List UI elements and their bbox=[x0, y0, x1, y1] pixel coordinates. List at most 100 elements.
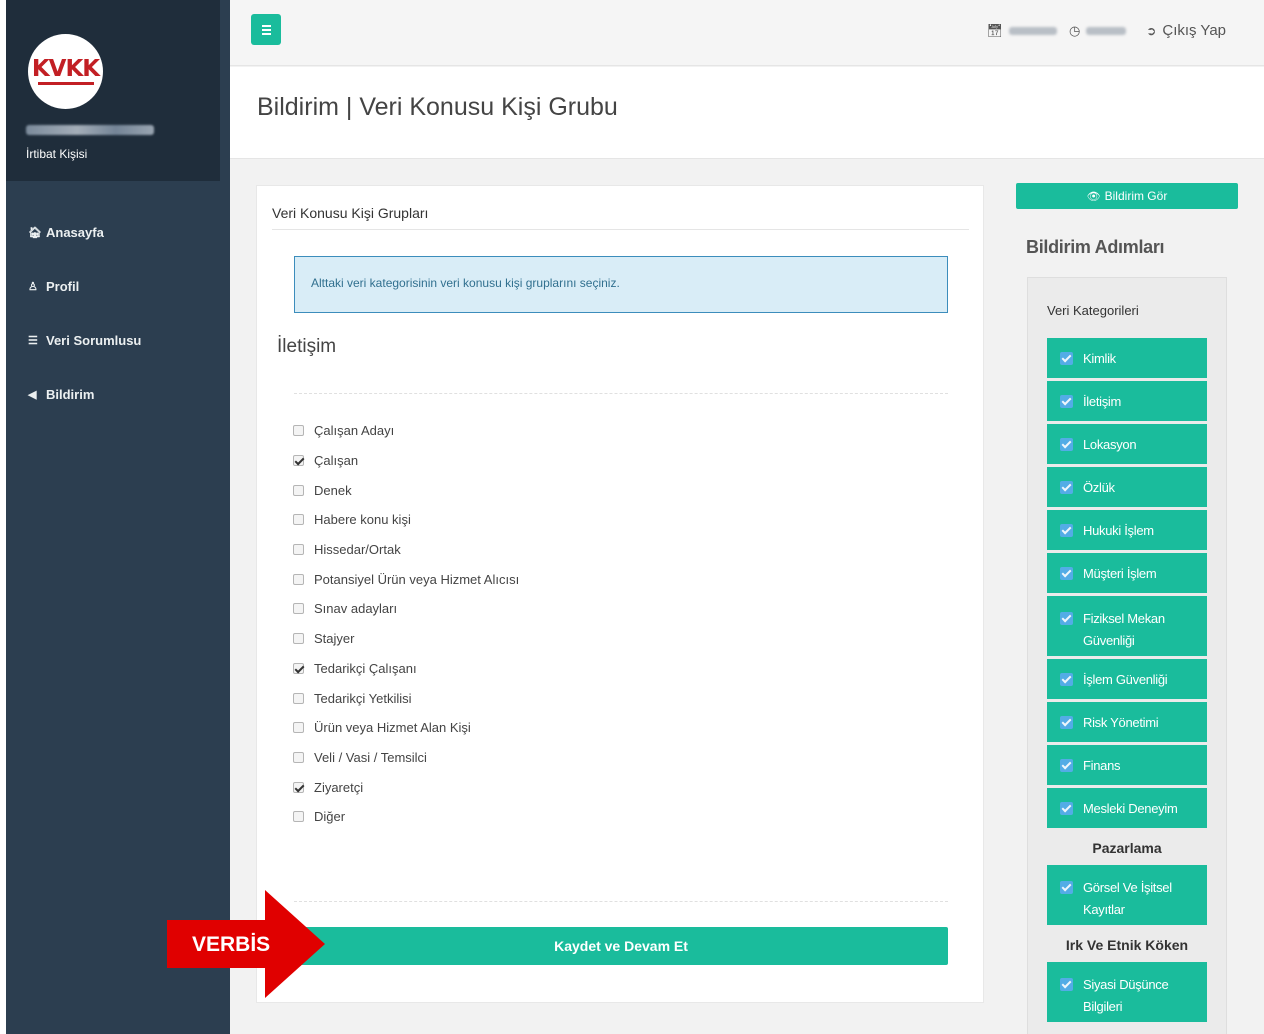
checkbox[interactable] bbox=[293, 722, 304, 734]
step-item[interactable]: Risk Yönetimi bbox=[1047, 702, 1207, 742]
step-item[interactable]: Fiziksel Mekan Güvenliği bbox=[1047, 596, 1207, 656]
list-item[interactable]: Tedarikçi Çalışanı bbox=[293, 654, 519, 684]
checkbox[interactable] bbox=[293, 425, 304, 437]
option-label: Sınav adayları bbox=[314, 601, 398, 617]
menu-icon-bar bbox=[261, 28, 271, 31]
option-label: Denek bbox=[314, 482, 352, 498]
list-item[interactable]: Sınav adayları bbox=[293, 594, 519, 624]
step-check-icon bbox=[1060, 881, 1073, 894]
option-label: Hissedar/Ortak bbox=[314, 542, 401, 558]
profile-name-redacted bbox=[26, 125, 154, 135]
checkbox[interactable] bbox=[293, 484, 304, 496]
sidebar-item-label: Bildirim bbox=[46, 386, 95, 402]
step-check-icon bbox=[1060, 801, 1073, 815]
sidebar: KVKK İrtibat Kişisi 🏠︎ Anasayfa ♙ Profil… bbox=[6, 0, 220, 1034]
option-label: Potansiyel Ürün veya Hizmet Alıcısı bbox=[314, 571, 520, 587]
checkbox-checked[interactable] bbox=[293, 781, 304, 793]
list-item[interactable]: Veli / Vasi / Temsilci bbox=[293, 743, 519, 773]
page-title: Bildirim | Veri Konusu Kişi Grubu bbox=[257, 93, 618, 121]
list-item[interactable]: Çalışan bbox=[293, 446, 519, 476]
step-item[interactable]: Lokasyon bbox=[1047, 424, 1207, 464]
sidebar-item-profil[interactable]: ♙ Profil bbox=[6, 259, 220, 313]
step-item[interactable]: İletişim bbox=[1047, 381, 1207, 421]
info-alert: Alttaki veri kategorisinin veri konusu k… bbox=[294, 256, 948, 313]
step-label: Fiziksel Mekan Güvenliği bbox=[1083, 611, 1165, 648]
step-list: Kimlik İletişim Lokasyon Özlük Hukuki İşlem M… bbox=[1047, 338, 1207, 1025]
step-check-icon bbox=[1060, 480, 1073, 494]
option-label: Çalışan bbox=[314, 453, 359, 469]
top-right-info: 📅︎ ◷ ➲ Çıkış Yap bbox=[986, 22, 1226, 39]
checkbox[interactable] bbox=[293, 514, 304, 526]
step-check-icon bbox=[1060, 437, 1073, 451]
step-item[interactable]: Hukuki İşlem bbox=[1047, 510, 1207, 550]
person-group-list: Çalışan Adayı Çalışan Denek Habere konu kiş… bbox=[293, 416, 519, 832]
option-label: Tedarikçi Yetkilisi bbox=[314, 690, 412, 706]
list-item[interactable]: Habere konu kişi bbox=[293, 505, 519, 535]
step-item[interactable]: Müşteri İşlem bbox=[1047, 553, 1207, 593]
sidebar-item-label: Profil bbox=[46, 278, 80, 294]
step-label: Hukuki İşlem bbox=[1083, 522, 1154, 538]
calendar-icon: 📅︎ bbox=[986, 22, 1003, 38]
checkbox[interactable] bbox=[293, 603, 304, 615]
step-label: Risk Yönetimi bbox=[1083, 714, 1159, 730]
user-icon: ♙ bbox=[28, 280, 38, 293]
checkbox-checked[interactable] bbox=[293, 662, 304, 674]
list-item[interactable]: Denek bbox=[293, 475, 519, 505]
option-label: Diğer bbox=[314, 809, 346, 825]
clock-icon: ◷ bbox=[1068, 22, 1081, 38]
checkbox[interactable] bbox=[293, 573, 304, 585]
step-label: Finans bbox=[1083, 757, 1121, 773]
list-item[interactable]: Ziyaretçi bbox=[293, 772, 519, 802]
list-item[interactable]: Potansiyel Ürün veya Hizmet Alıcısı bbox=[293, 564, 519, 594]
step-item[interactable]: Özlük bbox=[1047, 467, 1207, 507]
sidebar-item-anasayfa[interactable]: 🏠︎ Anasayfa bbox=[6, 205, 220, 259]
list-item[interactable]: Hissedar/Ortak bbox=[293, 535, 519, 565]
sidebar-item-bildirim[interactable]: ◀ Bildirim bbox=[6, 367, 220, 421]
sidebar-item-label: Veri Sorumlusu bbox=[46, 332, 142, 348]
step-check-icon bbox=[1060, 612, 1073, 625]
step-check-icon bbox=[1060, 672, 1073, 686]
step-check-icon bbox=[1060, 523, 1073, 537]
list-item[interactable]: Diğer bbox=[293, 802, 519, 832]
save-and-continue-button[interactable]: Kaydet ve Devam Et bbox=[294, 927, 948, 965]
step-item[interactable]: Siyasi Düşünce Bilgileri bbox=[1047, 962, 1207, 1022]
step-label: Lokasyon bbox=[1083, 436, 1137, 452]
step-item[interactable]: Görsel Ve İşitsel Kayıtlar bbox=[1047, 865, 1207, 925]
sign-out-icon: ➲ bbox=[1146, 24, 1157, 38]
sidebar-item-veri-sorumlusu[interactable]: ☰ Veri Sorumlusu bbox=[6, 313, 220, 367]
logout-link[interactable]: ➲ Çıkış Yap bbox=[1146, 22, 1226, 39]
step-item[interactable]: Kimlik bbox=[1047, 338, 1207, 378]
database-icon: ☰ bbox=[28, 334, 38, 347]
checkbox[interactable] bbox=[293, 633, 304, 645]
step-item[interactable]: Mesleki Deneyim bbox=[1047, 788, 1207, 828]
menu-icon-bar bbox=[261, 32, 271, 35]
step-label: Siyasi Düşünce Bilgileri bbox=[1083, 977, 1169, 1014]
checkbox[interactable] bbox=[293, 811, 304, 823]
sidebar-item-label: Anasayfa bbox=[46, 224, 104, 240]
step-item[interactable]: Finans bbox=[1047, 745, 1207, 785]
view-button-label: Bildirim Gör bbox=[1104, 189, 1168, 203]
step-label: Müşteri İşlem bbox=[1083, 565, 1157, 581]
step-check-icon bbox=[1060, 394, 1073, 408]
step-item[interactable]: İşlem Güvenliği bbox=[1047, 659, 1207, 699]
checkbox-checked[interactable] bbox=[293, 455, 304, 467]
step-check-icon bbox=[1060, 978, 1073, 991]
list-item[interactable]: Ürün veya Hizmet Alan Kişi bbox=[293, 713, 519, 743]
home-icon: 🏠︎ bbox=[28, 226, 42, 239]
checkbox[interactable] bbox=[293, 544, 304, 556]
sidebar-border bbox=[220, 0, 230, 1034]
checkbox[interactable] bbox=[293, 751, 304, 763]
view-notification-button[interactable]: 👁︎ Bildirim Gör bbox=[1016, 183, 1238, 209]
list-item[interactable]: Stajyer bbox=[293, 624, 519, 654]
logout-label: Çıkış Yap bbox=[1162, 22, 1226, 39]
logo-text: KVKK bbox=[31, 56, 100, 82]
step-group-label: Irk Ve Etnik Köken bbox=[1047, 928, 1207, 962]
section-divider bbox=[294, 393, 948, 394]
menu-toggle-button[interactable] bbox=[251, 14, 281, 45]
page-header: Bildirim | Veri Konusu Kişi Grubu bbox=[230, 67, 1264, 159]
checkbox[interactable] bbox=[293, 692, 304, 704]
steps-panel-title: Veri Kategorileri bbox=[1047, 303, 1139, 318]
option-label: Stajyer bbox=[314, 631, 355, 647]
list-item[interactable]: Çalışan Adayı bbox=[293, 416, 519, 446]
list-item[interactable]: Tedarikçi Yetkilisi bbox=[293, 683, 519, 713]
